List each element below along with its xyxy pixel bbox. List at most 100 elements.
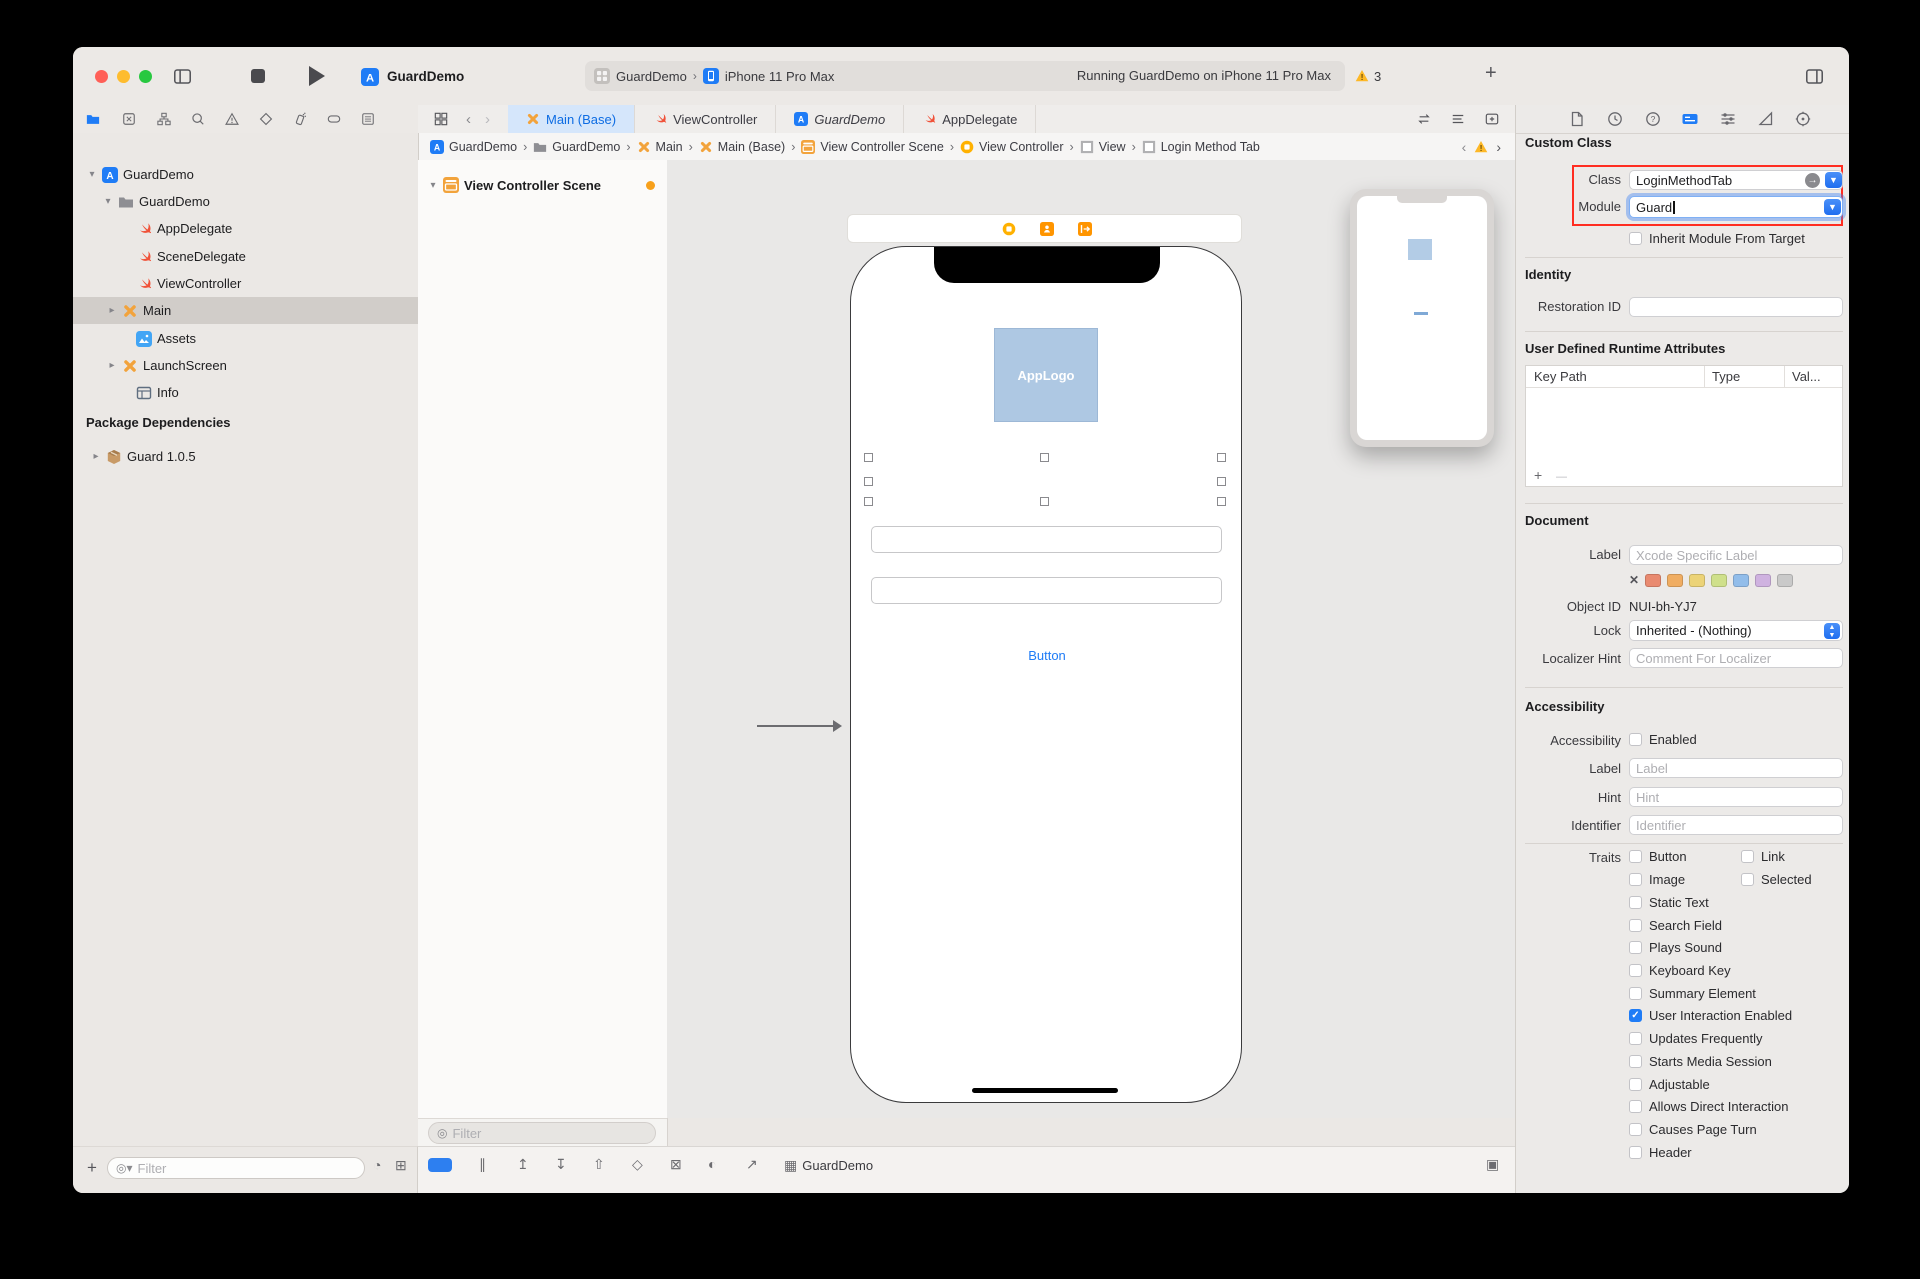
class-jump-icon[interactable]: → — [1805, 173, 1820, 188]
a11y-hint-field[interactable]: Hint — [1629, 787, 1843, 807]
entry-point-arrow[interactable] — [757, 720, 842, 732]
tab-guarddemo[interactable]: GuardDemo — [776, 105, 905, 133]
trait-causes-page-turn-checkbox[interactable] — [1629, 1123, 1642, 1136]
navigator-filter-field[interactable]: ◎▾ Filter — [107, 1157, 365, 1179]
forward-button[interactable]: › — [485, 112, 490, 127]
selection-handle[interactable] — [864, 477, 873, 486]
breadcrumb-group[interactable]: GuardDemo — [552, 140, 620, 154]
debug-process-chip[interactable]: ▦ GuardDemo — [784, 1155, 873, 1175]
lock-dropdown[interactable]: Inherited - (Nothing) ▲ ▼ — [1629, 620, 1843, 641]
login-button[interactable]: Button — [851, 648, 1241, 663]
outline-scene[interactable]: View Controller Scene — [464, 178, 601, 193]
outline-filter-field[interactable]: ◎ Filter — [428, 1122, 656, 1144]
storyboard-canvas[interactable]: AppLogo Button — [667, 160, 1515, 1118]
nav-item-group[interactable]: GuardDemo — [139, 194, 210, 209]
add-tab-button[interactable]: + — [1485, 62, 1497, 85]
editor-options-icon[interactable] — [1451, 112, 1465, 126]
test-navigator-icon[interactable] — [259, 112, 273, 126]
selection-handle[interactable] — [864, 497, 873, 506]
quick-help-inspector-icon[interactable] — [1645, 111, 1661, 127]
toggle-right-sidebar-icon[interactable] — [1805, 67, 1824, 86]
stop-button[interactable] — [251, 69, 265, 83]
trait-allows-direct-checkbox[interactable] — [1629, 1100, 1642, 1113]
no-color-button[interactable]: ✕ — [1629, 573, 1639, 587]
debug-view-hierarchy-icon[interactable]: ◇ — [632, 1157, 643, 1171]
step-over-icon[interactable]: ↥ — [517, 1157, 529, 1171]
close-window-button[interactable] — [95, 70, 108, 83]
view-controller-icon[interactable] — [1002, 222, 1016, 236]
previous-issue-button[interactable]: ‹ — [1462, 139, 1467, 155]
code-review-icon[interactable] — [1417, 112, 1431, 126]
file-inspector-icon[interactable] — [1569, 111, 1585, 127]
document-label-field[interactable]: Xcode Specific Label — [1629, 545, 1843, 565]
zoom-window-button[interactable] — [139, 70, 152, 83]
restoration-id-field[interactable] — [1629, 297, 1843, 317]
color-swatch-blue[interactable] — [1733, 573, 1750, 587]
lock-stepper[interactable]: ▲ ▼ — [1824, 623, 1840, 639]
trait-updates-frequently-checkbox[interactable] — [1629, 1032, 1642, 1045]
trait-plays-sound-checkbox[interactable] — [1629, 941, 1642, 954]
module-dropdown-button[interactable]: ▼ — [1824, 199, 1841, 215]
console-toggle-icon[interactable]: ▣ — [1486, 1157, 1499, 1171]
breadcrumb-view[interactable]: View — [1099, 140, 1126, 154]
environment-overrides-icon[interactable]: ◐ — [708, 1157, 716, 1171]
nav-item-assets[interactable]: Assets — [157, 331, 196, 346]
related-items-icon[interactable] — [434, 112, 448, 126]
find-navigator-icon[interactable] — [191, 112, 205, 126]
selection-handle[interactable] — [1217, 477, 1226, 486]
trait-adjustable-checkbox[interactable] — [1629, 1078, 1642, 1091]
breadcrumb-main[interactable]: Main — [656, 140, 683, 154]
color-swatch-purple[interactable] — [1755, 573, 1772, 587]
color-swatch-orange[interactable] — [1667, 573, 1684, 587]
symbol-navigator-icon[interactable] — [157, 112, 171, 126]
next-issue-button[interactable]: › — [1496, 139, 1501, 155]
remove-attribute-button[interactable]: — — [1556, 471, 1567, 483]
run-button[interactable] — [309, 66, 325, 86]
tab-main-base[interactable]: Main (Base) — [508, 105, 635, 133]
color-swatch-gray[interactable] — [1777, 573, 1794, 587]
selection-handle[interactable] — [864, 453, 873, 462]
breadcrumb-main-base[interactable]: Main (Base) — [718, 140, 785, 154]
connections-inspector-icon[interactable] — [1795, 111, 1811, 127]
first-responder-icon[interactable] — [1040, 222, 1054, 236]
source-control-status-icon[interactable]: ⊞ — [395, 1158, 407, 1172]
module-field[interactable]: Guard — [1629, 196, 1843, 218]
run-destination[interactable]: iPhone 11 Pro Max — [725, 69, 835, 84]
accessibility-enabled-checkbox[interactable] — [1629, 733, 1642, 746]
size-inspector-icon[interactable] — [1758, 111, 1774, 127]
selection-handle[interactable] — [1040, 453, 1049, 462]
breakpoint-navigator-icon[interactable] — [327, 112, 341, 126]
localizer-hint-field[interactable]: Comment For Localizer — [1629, 648, 1843, 668]
scheme-name[interactable]: GuardDemo — [616, 69, 687, 84]
password-textfield[interactable] — [871, 577, 1222, 604]
pause-execution-icon[interactable]: ∥ — [479, 1157, 486, 1171]
nav-item-project[interactable]: GuardDemo — [123, 167, 194, 182]
identity-inspector-icon[interactable] — [1682, 111, 1698, 127]
a11y-label-field[interactable]: Label — [1629, 758, 1843, 778]
trait-button-checkbox[interactable] — [1629, 850, 1642, 863]
project-navigator-icon[interactable] — [86, 112, 100, 126]
breadcrumb-scene[interactable]: View Controller Scene — [820, 140, 943, 154]
step-into-icon[interactable]: ↧ — [555, 1157, 567, 1171]
debug-area-toggle[interactable] — [428, 1158, 452, 1172]
trait-static-text-checkbox[interactable] — [1629, 896, 1642, 909]
color-swatch-green[interactable] — [1711, 573, 1728, 587]
minimize-window-button[interactable] — [117, 70, 130, 83]
attributes-inspector-icon[interactable] — [1720, 111, 1736, 127]
tab-appdelegate[interactable]: AppDelegate — [904, 105, 1037, 133]
device-frame[interactable]: AppLogo Button — [850, 246, 1242, 1103]
device-minimap[interactable] — [1350, 189, 1494, 447]
breadcrumb-login-method-tab[interactable]: Login Method Tab — [1161, 140, 1260, 154]
trait-selected-checkbox[interactable] — [1741, 873, 1754, 886]
toggle-left-sidebar-icon[interactable] — [173, 67, 192, 86]
nav-item-appdelegate[interactable]: AppDelegate — [157, 221, 232, 236]
back-button[interactable]: ‹ — [466, 112, 471, 127]
tab-viewcontroller[interactable]: ViewController — [634, 105, 777, 133]
breadcrumb-vc[interactable]: View Controller — [979, 140, 1064, 154]
app-logo-imageview[interactable]: AppLogo — [994, 328, 1098, 422]
selection-handle[interactable] — [1040, 497, 1049, 506]
inherit-module-checkbox[interactable] — [1629, 232, 1642, 245]
nav-item-scenedelegate[interactable]: SceneDelegate — [157, 249, 246, 264]
issue-warning-icon[interactable] — [1474, 140, 1488, 154]
add-file-button[interactable]: + — [87, 1158, 97, 1178]
